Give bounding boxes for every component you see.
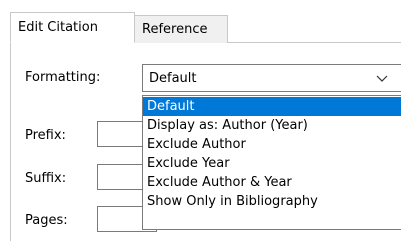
tab-edit-citation-label: Edit Citation xyxy=(18,20,98,35)
formatting-select-value: Default xyxy=(149,70,197,86)
formatting-dropdown-list: Default Display as: Author (Year) Exclud… xyxy=(142,95,401,230)
pages-label: Pages: xyxy=(25,213,68,228)
tab-edit-citation[interactable]: Edit Citation xyxy=(10,12,135,43)
formatting-label: Formatting: xyxy=(25,70,101,85)
dropdown-option-exclude-author-year[interactable]: Exclude Author & Year xyxy=(143,173,401,192)
formatting-select[interactable]: Default xyxy=(142,64,401,92)
tab-reference-label: Reference xyxy=(142,22,208,37)
tab-reference[interactable]: Reference xyxy=(134,15,228,43)
suffix-label: Suffix: xyxy=(25,171,67,186)
chevron-down-icon[interactable] xyxy=(376,73,388,83)
edit-citation-dialog: Edit Citation Reference Formatting: Defa… xyxy=(0,0,401,241)
dropdown-option-default[interactable]: Default xyxy=(143,97,401,116)
dropdown-option-exclude-year[interactable]: Exclude Year xyxy=(143,154,401,173)
dropdown-option-exclude-author[interactable]: Exclude Author xyxy=(143,135,401,154)
prefix-label: Prefix: xyxy=(25,128,66,143)
dropdown-option-show-only-bibliography[interactable]: Show Only in Bibliography xyxy=(143,192,401,211)
dropdown-option-display-author-year[interactable]: Display as: Author (Year) xyxy=(143,116,401,135)
